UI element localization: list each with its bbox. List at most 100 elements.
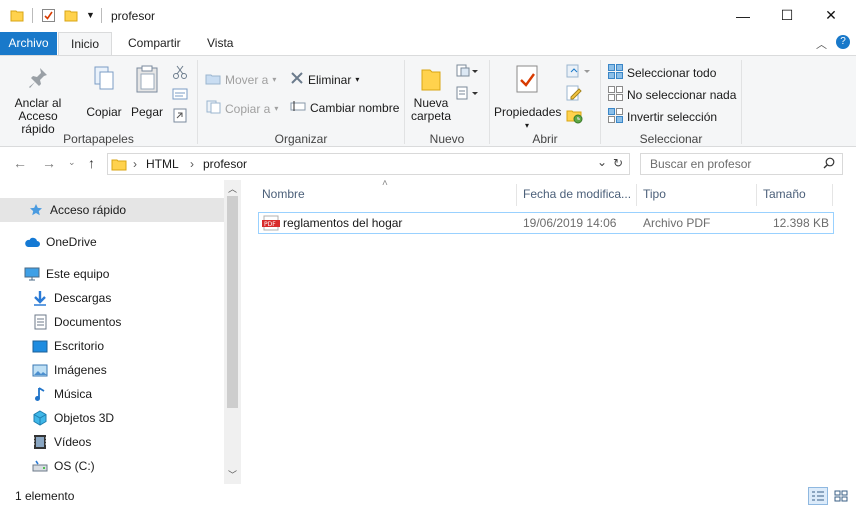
scroll-up-icon[interactable]: ︿ bbox=[228, 182, 237, 195]
group-portapapeles: Portapapeles bbox=[63, 132, 134, 146]
file-size: 12.398 KB bbox=[772, 216, 829, 230]
svg-text:PDF: PDF bbox=[264, 221, 276, 228]
scroll-down-icon[interactable]: ﹀ bbox=[228, 468, 237, 481]
help-icon[interactable]: ? bbox=[836, 35, 850, 49]
forward-arrow-icon[interactable]: → bbox=[42, 155, 56, 171]
details-view-icon[interactable] bbox=[808, 487, 828, 505]
rename-button[interactable]: Cambiar nombre bbox=[290, 100, 399, 115]
file-list: ˄ Nombre Fecha de modifica... Tipo Tamañ… bbox=[244, 178, 856, 484]
move-to-button[interactable]: Mover a ▾ bbox=[205, 71, 276, 88]
pin-quick-access-button[interactable]: Anclar al Acceso rápido bbox=[6, 64, 70, 136]
nav-item-escritorio[interactable]: Escritorio bbox=[0, 334, 224, 358]
breadcrumb-chevron-icon: › bbox=[133, 157, 137, 171]
download-icon bbox=[32, 290, 48, 306]
clipboard-icon bbox=[134, 65, 160, 97]
folder-icon bbox=[10, 8, 24, 25]
column-header-tamano[interactable]: Tamaño bbox=[763, 180, 806, 209]
table-row[interactable]: PDF reglamentos del hogar 19/06/2019 14:… bbox=[258, 212, 834, 234]
drive-icon bbox=[32, 458, 48, 474]
cube-icon bbox=[32, 410, 48, 426]
history-icon[interactable] bbox=[566, 108, 584, 127]
delete-button[interactable]: Eliminar ▾ bbox=[290, 71, 359, 88]
select-none-icon bbox=[608, 86, 623, 104]
paste-button[interactable]: Pegar bbox=[129, 64, 165, 119]
scroll-thumb[interactable] bbox=[227, 196, 238, 408]
edit-icon[interactable] bbox=[566, 85, 582, 104]
up-arrow-icon[interactable]: ↑ bbox=[88, 155, 95, 171]
navigation-bar: ← → ⌄ ↑ › HTML › profesor ⌄ ↻ Buscar en … bbox=[0, 148, 856, 180]
window-title: profesor bbox=[111, 9, 156, 23]
tab-compartir[interactable]: Compartir bbox=[116, 32, 193, 55]
large-icons-view-icon[interactable] bbox=[832, 488, 850, 504]
new-folder-quick-icon[interactable] bbox=[64, 8, 78, 25]
copy-path-icon[interactable] bbox=[172, 87, 188, 104]
paste-shortcut-icon[interactable] bbox=[172, 107, 188, 126]
tab-inicio[interactable]: Inicio bbox=[58, 32, 113, 56]
column-header-tipo[interactable]: Tipo bbox=[643, 180, 666, 209]
cut-icon[interactable] bbox=[172, 64, 188, 83]
navigation-pane: Acceso rápido OneDrive Este equipo Desca… bbox=[0, 180, 242, 484]
copy-button[interactable]: Copiar bbox=[84, 64, 124, 119]
breadcrumb-html[interactable]: HTML bbox=[146, 157, 179, 171]
group-abrir: Abrir bbox=[532, 132, 558, 146]
desktop-icon bbox=[32, 338, 48, 354]
recent-locations-icon[interactable]: ⌄ bbox=[68, 157, 76, 168]
tab-archivo[interactable]: Archivo bbox=[0, 32, 57, 55]
image-icon bbox=[32, 362, 48, 378]
nav-scrollbar[interactable]: ︿ ﹀ bbox=[224, 180, 241, 484]
easy-access-icon[interactable] bbox=[456, 86, 478, 103]
collapse-ribbon-icon[interactable]: ︿ bbox=[816, 36, 827, 52]
nav-item-videos[interactable]: Vídeos bbox=[0, 430, 224, 454]
copy-to-button[interactable]: Copiar a ▾ bbox=[205, 100, 278, 117]
copy-to-icon bbox=[205, 100, 221, 117]
refresh-icon[interactable]: ↻ bbox=[613, 156, 623, 170]
nav-item-os-c[interactable]: OS (C:) bbox=[0, 454, 224, 478]
nav-item-imagenes[interactable]: Imágenes bbox=[0, 358, 224, 382]
tab-vista[interactable]: Vista bbox=[195, 32, 245, 55]
music-icon bbox=[32, 386, 48, 402]
breadcrumb-chevron-icon: › bbox=[190, 157, 194, 171]
file-date: 19/06/2019 14:06 bbox=[523, 216, 617, 230]
move-icon bbox=[205, 71, 221, 88]
nav-item-objetos-3d[interactable]: Objetos 3D bbox=[0, 406, 224, 430]
open-icon[interactable] bbox=[566, 64, 592, 81]
computer-icon bbox=[24, 266, 40, 282]
address-bar[interactable]: › HTML › profesor ⌄ ↻ bbox=[107, 153, 630, 175]
nav-item-descargas[interactable]: Descargas bbox=[0, 286, 224, 310]
nav-item-documentos[interactable]: Documentos bbox=[0, 310, 224, 334]
maximize-button[interactable]: ☐ bbox=[764, 0, 810, 31]
select-all-button[interactable]: Seleccionar todo bbox=[608, 64, 716, 82]
properties-button[interactable]: Propiedades ▾ bbox=[494, 64, 561, 132]
cloud-icon bbox=[24, 234, 40, 250]
sort-up-icon: ˄ bbox=[382, 178, 388, 189]
minimize-button[interactable]: — bbox=[720, 0, 766, 31]
close-button[interactable]: ✕ bbox=[808, 0, 854, 31]
column-header-nombre[interactable]: Nombre bbox=[262, 180, 305, 209]
nav-item-onedrive[interactable]: OneDrive bbox=[0, 230, 224, 254]
search-box[interactable]: Buscar en profesor bbox=[640, 153, 843, 175]
new-item-icon[interactable] bbox=[456, 64, 478, 81]
address-dropdown-icon[interactable]: ⌄ bbox=[597, 155, 607, 169]
properties-quick-icon[interactable] bbox=[41, 8, 56, 26]
column-header-fecha[interactable]: Fecha de modifica... bbox=[523, 180, 631, 209]
new-folder-icon bbox=[418, 69, 444, 97]
new-folder-button[interactable]: Nueva carpeta bbox=[408, 64, 454, 123]
back-arrow-icon[interactable]: ← bbox=[13, 155, 27, 171]
delete-x-icon bbox=[290, 71, 304, 88]
file-type: Archivo PDF bbox=[643, 216, 711, 230]
invert-selection-button[interactable]: Invertir selección bbox=[608, 108, 717, 126]
group-seleccionar: Seleccionar bbox=[639, 132, 703, 146]
customize-quick-access-icon[interactable]: ▼ bbox=[86, 10, 95, 20]
nav-item-acceso-rapido[interactable]: Acceso rápido bbox=[0, 198, 224, 222]
pdf-file-icon: PDF bbox=[262, 215, 280, 234]
nav-item-musica[interactable]: Música bbox=[0, 382, 224, 406]
breadcrumb-profesor[interactable]: profesor bbox=[203, 157, 247, 171]
nav-item-este-equipo[interactable]: Este equipo bbox=[0, 262, 224, 286]
select-none-button[interactable]: No seleccionar nada bbox=[608, 86, 736, 104]
search-input[interactable]: Buscar en profesor bbox=[650, 157, 751, 171]
status-bar: 1 elemento bbox=[0, 484, 856, 508]
group-organizar: Organizar bbox=[274, 132, 328, 146]
item-count: 1 elemento bbox=[15, 489, 75, 503]
copy-icon bbox=[91, 66, 117, 97]
star-icon bbox=[28, 202, 44, 218]
